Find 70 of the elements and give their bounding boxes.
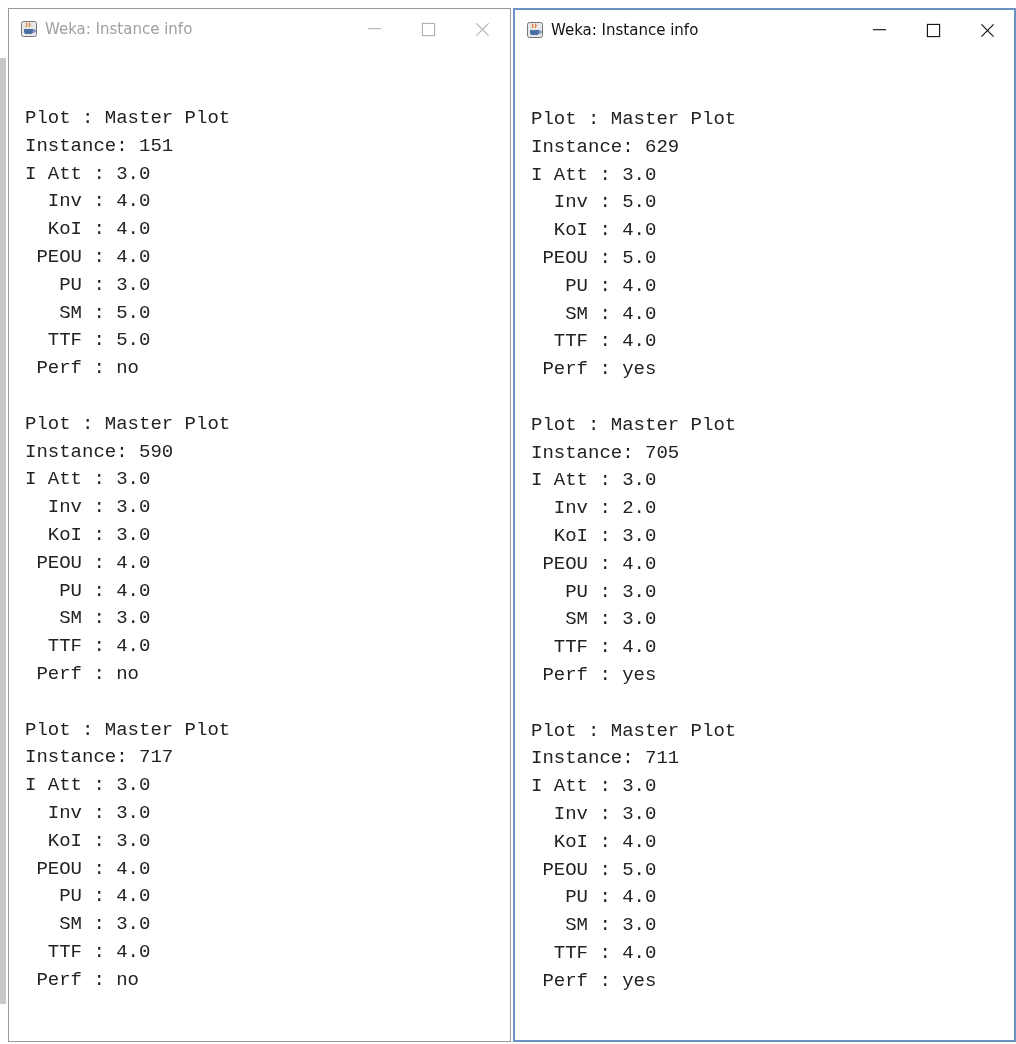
info-line: TTF : 4.0 xyxy=(552,940,657,966)
info-line: PEOU : 5.0 xyxy=(541,246,657,271)
info-line: Perf : yes xyxy=(541,357,657,383)
info-line: Plot : Master Plot xyxy=(531,718,737,744)
info-line: Inv : 3.0 xyxy=(552,801,657,827)
info-line: I Att : 3.0 xyxy=(25,467,151,493)
info-line: TTF : 4.0 xyxy=(552,329,657,355)
maximize-icon xyxy=(421,21,437,37)
info-line: PEOU : 4.0 xyxy=(35,550,151,576)
info-line: Instance: 629 xyxy=(531,134,680,160)
info-line: Perf : no xyxy=(35,356,139,382)
info-line: Perf : yes xyxy=(541,968,657,994)
info-line: PU : 4.0 xyxy=(564,273,657,299)
info-line: KoI : 3.0 xyxy=(552,523,657,549)
info-line: PEOU : 4.0 xyxy=(35,856,151,882)
info-line: PU : 4.0 xyxy=(564,885,657,911)
info-line: Perf : no xyxy=(35,967,139,993)
info-line: PU : 3.0 xyxy=(58,272,151,298)
info-line: Inv : 4.0 xyxy=(46,189,151,215)
info-line: Instance: 151 xyxy=(25,133,174,159)
info-line: Plot : Master Plot xyxy=(25,717,231,743)
app-icon xyxy=(527,22,543,38)
info-line: I Att : 3.0 xyxy=(531,162,657,188)
info-line: PU : 4.0 xyxy=(58,578,151,604)
info-line: I Att : 3.0 xyxy=(531,468,657,494)
maximize-icon xyxy=(925,22,941,38)
info-line: PEOU : 4.0 xyxy=(35,245,151,270)
info-line: KoI : 3.0 xyxy=(46,522,151,548)
info-line: TTF : 4.0 xyxy=(46,634,151,660)
info-line: Inv : 3.0 xyxy=(46,495,151,521)
info-line: I Att : 3.0 xyxy=(531,774,657,800)
info-line: PEOU : 5.0 xyxy=(541,857,657,883)
info-line: Instance: 590 xyxy=(25,439,174,465)
info-line: Inv : 3.0 xyxy=(46,800,151,826)
info-line: PEOU : 4.0 xyxy=(541,551,657,577)
info-line: Instance: 705 xyxy=(531,440,680,466)
window-title: Weka: Instance info xyxy=(45,20,193,38)
info-line: SM : 3.0 xyxy=(564,607,657,633)
info-line: Plot : Master Plot xyxy=(25,411,231,437)
info-line: Plot : Master Plot xyxy=(531,412,737,438)
info-line: Plot : Master Plot xyxy=(531,107,737,132)
close-icon xyxy=(979,22,995,38)
info-line: KoI : 4.0 xyxy=(552,829,657,855)
info-line: SM : 4.0 xyxy=(564,301,657,327)
info-line: PU : 3.0 xyxy=(564,579,657,605)
window-title: Weka: Instance info xyxy=(551,21,699,39)
info-line: Instance: 717 xyxy=(25,745,174,771)
app-icon xyxy=(21,21,37,37)
info-line: SM : 5.0 xyxy=(58,300,151,326)
info-line: PU : 4.0 xyxy=(58,884,151,910)
info-line: I Att : 3.0 xyxy=(25,161,151,187)
info-line: KoI : 3.0 xyxy=(46,828,151,854)
info-line: I Att : 3.0 xyxy=(25,773,151,799)
info-line: Instance: 711 xyxy=(531,746,680,772)
close-icon xyxy=(475,21,491,37)
info-line: KoI : 4.0 xyxy=(552,218,657,244)
info-line: TTF : 4.0 xyxy=(46,939,151,965)
info-line: KoI : 4.0 xyxy=(46,217,151,243)
info-line: Plot : Master Plot xyxy=(25,106,231,131)
info-line: SM : 3.0 xyxy=(58,912,151,938)
info-line: Perf : no xyxy=(35,661,139,687)
info-line: SM : 3.0 xyxy=(58,606,151,632)
info-line: TTF : 5.0 xyxy=(46,328,151,354)
info-line: Inv : 2.0 xyxy=(552,496,657,522)
info-line: Inv : 5.0 xyxy=(552,190,657,216)
info-line: TTF : 4.0 xyxy=(552,635,657,661)
minimize-icon xyxy=(367,28,383,30)
info-line: SM : 3.0 xyxy=(564,913,657,939)
minimize-icon xyxy=(871,29,887,31)
info-line: Perf : yes xyxy=(541,662,657,688)
